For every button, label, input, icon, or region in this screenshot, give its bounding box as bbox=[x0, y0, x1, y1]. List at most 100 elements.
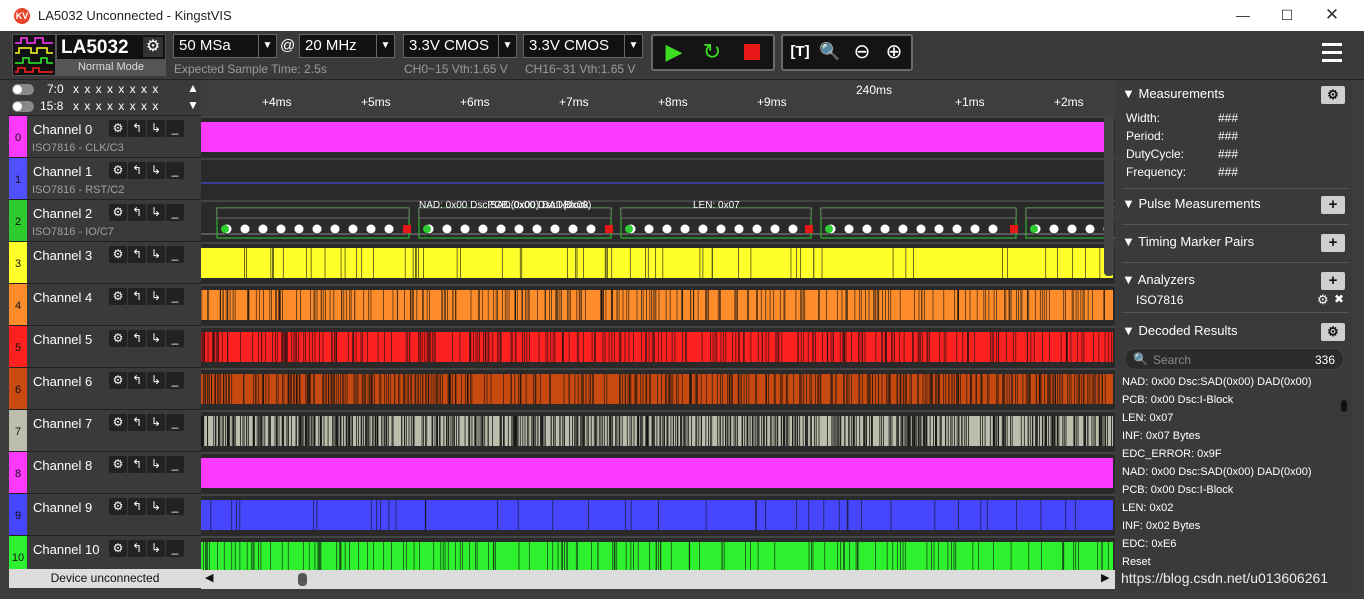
decoded-results-header[interactable]: ▼ Decoded Results bbox=[1122, 323, 1237, 338]
channel-name[interactable]: Channel 9 bbox=[33, 500, 92, 515]
analyzer-gear-icon[interactable]: ⚙ bbox=[1317, 292, 1329, 308]
low-level-icon[interactable]: _ bbox=[166, 246, 184, 263]
scroll-left-icon[interactable]: ◀ bbox=[205, 571, 213, 584]
low-level-icon[interactable]: _ bbox=[166, 414, 184, 431]
analyzer-close-icon[interactable]: ✖ bbox=[1334, 292, 1344, 306]
falling-edge-icon[interactable]: ↳ bbox=[147, 540, 165, 557]
waveform-area[interactable]: +4ms +5ms +6ms +7ms +8ms +9ms 240ms +1ms… bbox=[201, 80, 1115, 589]
channel-row[interactable]: 1 Channel 1 ISO7816 - RST/C2 ⚙ ↰ ↳ _ bbox=[9, 157, 201, 199]
channel-name[interactable]: Channel 8 bbox=[33, 458, 92, 473]
analyzers-header[interactable]: ▼ Analyzers bbox=[1122, 272, 1195, 287]
channel-gear-icon[interactable]: ⚙ bbox=[109, 372, 127, 389]
decoded-result-item[interactable]: Reset bbox=[1122, 556, 1151, 568]
scrollbar-thumb[interactable] bbox=[298, 573, 307, 586]
rising-edge-icon[interactable]: ↰ bbox=[128, 204, 146, 221]
timing-marker-header[interactable]: ▼ Timing Marker Pairs bbox=[1122, 234, 1254, 249]
rising-edge-icon[interactable]: ↰ bbox=[128, 246, 146, 263]
decoded-results-gear-icon[interactable]: ⚙ bbox=[1321, 323, 1345, 341]
decoded-result-item[interactable]: NAD: 0x00 Dsc:SAD(0x00) DAD(0x00) bbox=[1122, 376, 1312, 388]
channel-gear-icon[interactable]: ⚙ bbox=[109, 162, 127, 179]
bus-toggle-high[interactable] bbox=[12, 101, 34, 112]
threshold-select-2[interactable]: 3.3V CMOS ▼ bbox=[523, 34, 643, 58]
channel-name[interactable]: Channel 3 bbox=[33, 248, 92, 263]
decoded-result-item[interactable]: NAD: 0x00 Dsc:SAD(0x00) DAD(0x00) bbox=[1122, 466, 1312, 478]
decoded-result-item[interactable]: EDC_ERROR: 0x9F bbox=[1122, 448, 1222, 460]
add-pulse-measurement-button[interactable]: + bbox=[1321, 196, 1345, 214]
rising-edge-icon[interactable]: ↰ bbox=[128, 162, 146, 179]
analyzer-item[interactable]: ISO7816 bbox=[1136, 293, 1183, 307]
bus-toggle-low[interactable] bbox=[12, 84, 34, 95]
rising-edge-icon[interactable]: ↰ bbox=[128, 288, 146, 305]
zoom-fit-icon[interactable]: 🔍 bbox=[817, 39, 843, 65]
pulse-measurements-header[interactable]: ▼ Pulse Measurements bbox=[1122, 196, 1261, 211]
device-icon[interactable] bbox=[12, 34, 56, 76]
channel-name[interactable]: Channel 1 bbox=[33, 164, 92, 179]
channel-name[interactable]: Channel 6 bbox=[33, 374, 92, 389]
channel-row[interactable]: 4 Channel 4 ⚙ ↰ ↳ _ bbox=[9, 283, 201, 325]
channel-name[interactable]: Channel 4 bbox=[33, 290, 92, 305]
low-level-icon[interactable]: _ bbox=[166, 120, 184, 137]
scroll-down-icon[interactable]: ▼ bbox=[187, 98, 199, 112]
scroll-right-icon[interactable]: ▶ bbox=[1101, 571, 1109, 584]
channel-name[interactable]: Channel 5 bbox=[33, 332, 92, 347]
start-icon[interactable]: ▶ bbox=[661, 39, 687, 65]
channel-row[interactable]: 6 Channel 6 ⚙ ↰ ↳ _ bbox=[9, 367, 201, 409]
falling-edge-icon[interactable]: ↳ bbox=[147, 414, 165, 431]
results-scroll-thumb[interactable] bbox=[1341, 400, 1347, 412]
channel-row[interactable]: 3 Channel 3 ⚙ ↰ ↳ _ bbox=[9, 241, 201, 283]
zoom-in-icon[interactable]: ⊕ bbox=[881, 39, 907, 65]
decoded-result-item[interactable]: LEN: 0x07 bbox=[1122, 412, 1173, 424]
horizontal-scrollbar[interactable]: ◀ ▶ bbox=[201, 570, 1115, 589]
maximize-icon[interactable]: ☐ bbox=[1277, 6, 1297, 26]
falling-edge-icon[interactable]: ↳ bbox=[147, 330, 165, 347]
falling-edge-icon[interactable]: ↳ bbox=[147, 162, 165, 179]
text-annotation-icon[interactable]: [T] bbox=[787, 39, 813, 65]
menu-icon[interactable] bbox=[1322, 43, 1342, 67]
channel-row[interactable]: 8 Channel 8 ⚙ ↰ ↳ _ bbox=[9, 451, 201, 493]
channel-gear-icon[interactable]: ⚙ bbox=[109, 456, 127, 473]
rising-edge-icon[interactable]: ↰ bbox=[128, 498, 146, 515]
falling-edge-icon[interactable]: ↳ bbox=[147, 246, 165, 263]
decoded-result-item[interactable]: INF: 0x02 Bytes bbox=[1122, 520, 1200, 532]
falling-edge-icon[interactable]: ↳ bbox=[147, 120, 165, 137]
channel-name[interactable]: Channel 2 bbox=[33, 206, 92, 221]
channel-gear-icon[interactable]: ⚙ bbox=[109, 246, 127, 263]
stop-icon[interactable] bbox=[739, 39, 765, 65]
low-level-icon[interactable]: _ bbox=[166, 330, 184, 347]
rising-edge-icon[interactable]: ↰ bbox=[128, 540, 146, 557]
rising-edge-icon[interactable]: ↰ bbox=[128, 120, 146, 137]
falling-edge-icon[interactable]: ↳ bbox=[147, 372, 165, 389]
channel-gear-icon[interactable]: ⚙ bbox=[109, 498, 127, 515]
channel-gear-icon[interactable]: ⚙ bbox=[109, 204, 127, 221]
channel-gear-icon[interactable]: ⚙ bbox=[109, 330, 127, 347]
device-settings-gear-icon[interactable]: ⚙ bbox=[143, 37, 163, 57]
decoded-result-item[interactable]: PCB: 0x00 Dsc:I-Block bbox=[1122, 394, 1233, 406]
channel-row[interactable]: 0 Channel 0 ISO7816 - CLK/C3 ⚙ ↰ ↳ _ bbox=[9, 115, 201, 157]
low-level-icon[interactable]: _ bbox=[166, 498, 184, 515]
channel-gear-icon[interactable]: ⚙ bbox=[109, 120, 127, 137]
rising-edge-icon[interactable]: ↰ bbox=[128, 414, 146, 431]
rising-edge-icon[interactable]: ↰ bbox=[128, 456, 146, 473]
channel-name[interactable]: Channel 0 bbox=[33, 122, 92, 137]
sample-depth-select[interactable]: 50 MSa ▼ bbox=[173, 34, 277, 58]
channel-row[interactable]: 5 Channel 5 ⚙ ↰ ↳ _ bbox=[9, 325, 201, 367]
close-icon[interactable]: ✕ bbox=[1322, 6, 1342, 26]
falling-edge-icon[interactable]: ↳ bbox=[147, 288, 165, 305]
device-panel[interactable]: LA5032 ⚙ Normal Mode bbox=[56, 34, 166, 76]
measurements-header[interactable]: ▼ Measurements bbox=[1122, 86, 1224, 101]
falling-edge-icon[interactable]: ↳ bbox=[147, 204, 165, 221]
rising-edge-icon[interactable]: ↰ bbox=[128, 372, 146, 389]
channel-gear-icon[interactable]: ⚙ bbox=[109, 540, 127, 557]
sample-rate-select[interactable]: 20 MHz ▼ bbox=[299, 34, 395, 58]
channel-row[interactable]: 9 Channel 9 ⚙ ↰ ↳ _ bbox=[9, 493, 201, 535]
channel-gear-icon[interactable]: ⚙ bbox=[109, 288, 127, 305]
loop-start-icon[interactable]: ↻ bbox=[699, 39, 725, 65]
low-level-icon[interactable]: _ bbox=[166, 372, 184, 389]
add-analyzer-button[interactable]: + bbox=[1321, 272, 1345, 290]
channel-gear-icon[interactable]: ⚙ bbox=[109, 414, 127, 431]
low-level-icon[interactable]: _ bbox=[166, 288, 184, 305]
search-input[interactable]: 🔍 Search 336 bbox=[1124, 348, 1344, 370]
decoded-result-item[interactable]: EDC: 0xE6 bbox=[1122, 538, 1176, 550]
falling-edge-icon[interactable]: ↳ bbox=[147, 498, 165, 515]
zoom-out-icon[interactable]: ⊖ bbox=[849, 39, 875, 65]
